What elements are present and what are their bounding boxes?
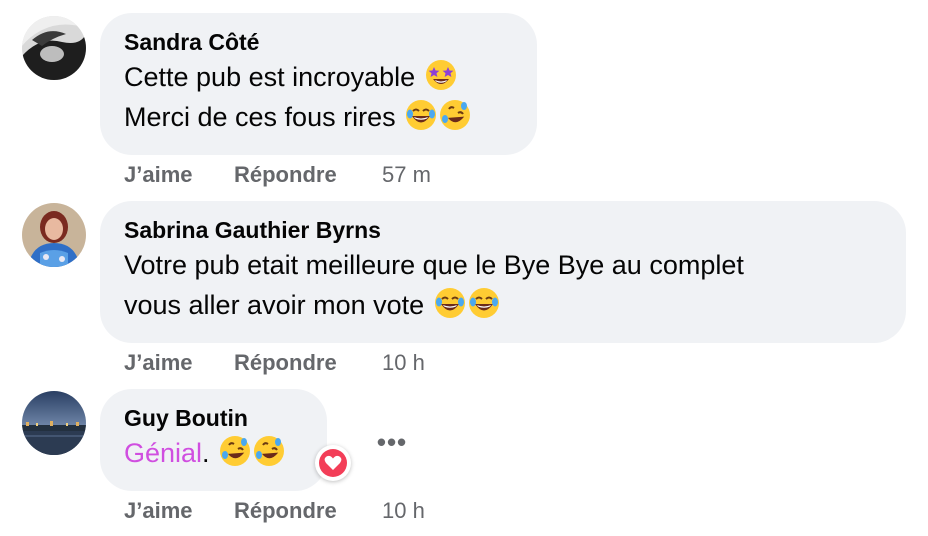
heart-icon — [324, 455, 342, 470]
comment-bubble: Sabrina Gauthier Byrns Votre pub etait m… — [100, 201, 906, 343]
avatar[interactable] — [22, 391, 86, 455]
highlighted-word[interactable]: Génial — [124, 438, 202, 468]
comment-actions: J’aime Répondre 10 h — [124, 496, 425, 526]
comment-text-line-2: Merci de ces fous rires — [124, 97, 513, 137]
comment-timestamp[interactable]: 10 h — [382, 348, 425, 378]
joy-emoji-icon — [434, 287, 466, 319]
reply-button[interactable]: Répondre — [234, 496, 382, 526]
rofl-emoji-icon — [439, 99, 471, 131]
more-options-button[interactable]: ••• — [372, 429, 412, 457]
reply-button[interactable]: Répondre — [234, 160, 382, 190]
comment-actions: J’aime Répondre 57 m — [124, 160, 431, 190]
comment-bubble: Guy Boutin Génial. — [100, 389, 327, 491]
comment-text-line-1: Votre pub etait meilleure que le Bye Bye… — [124, 245, 882, 285]
comment-text: Votre pub etait meilleure que le Bye Bye… — [124, 250, 744, 280]
avatar[interactable] — [22, 16, 86, 80]
rofl-emoji-icon — [253, 435, 285, 467]
comment-author[interactable]: Sabrina Gauthier Byrns — [124, 215, 882, 245]
comment-author[interactable]: Guy Boutin — [124, 403, 303, 433]
like-button[interactable]: J’aime — [124, 496, 234, 526]
comment-text-line-2: vous aller avoir mon vote — [124, 285, 882, 325]
comment-bubble: Sandra Côté Cette pub est incroyable Mer… — [100, 13, 537, 155]
star-struck-emoji-icon — [425, 59, 457, 91]
love-reaction-badge[interactable] — [315, 445, 351, 481]
comment-text: vous aller avoir mon vote — [124, 290, 425, 320]
like-button[interactable]: J’aime — [124, 348, 234, 378]
avatar[interactable] — [22, 203, 86, 267]
comment-actions: J’aime Répondre 10 h — [124, 348, 425, 378]
comment-text-line-1: Génial. — [124, 433, 303, 473]
joy-emoji-icon — [468, 287, 500, 319]
like-button[interactable]: J’aime — [124, 160, 234, 190]
joy-emoji-icon — [405, 99, 437, 131]
reply-button[interactable]: Répondre — [234, 348, 382, 378]
rofl-emoji-icon — [219, 435, 251, 467]
comment-timestamp[interactable]: 10 h — [382, 496, 425, 526]
comment-text: Merci de ces fous rires — [124, 102, 396, 132]
comment-text: Cette pub est incroyable — [124, 62, 416, 92]
comment-timestamp[interactable]: 57 m — [382, 160, 431, 190]
comment-thread: Sandra Côté Cette pub est incroyable Mer… — [0, 0, 928, 536]
comment-text: . — [202, 438, 210, 468]
comment-author[interactable]: Sandra Côté — [124, 27, 513, 57]
comment-text-line-1: Cette pub est incroyable — [124, 57, 513, 97]
